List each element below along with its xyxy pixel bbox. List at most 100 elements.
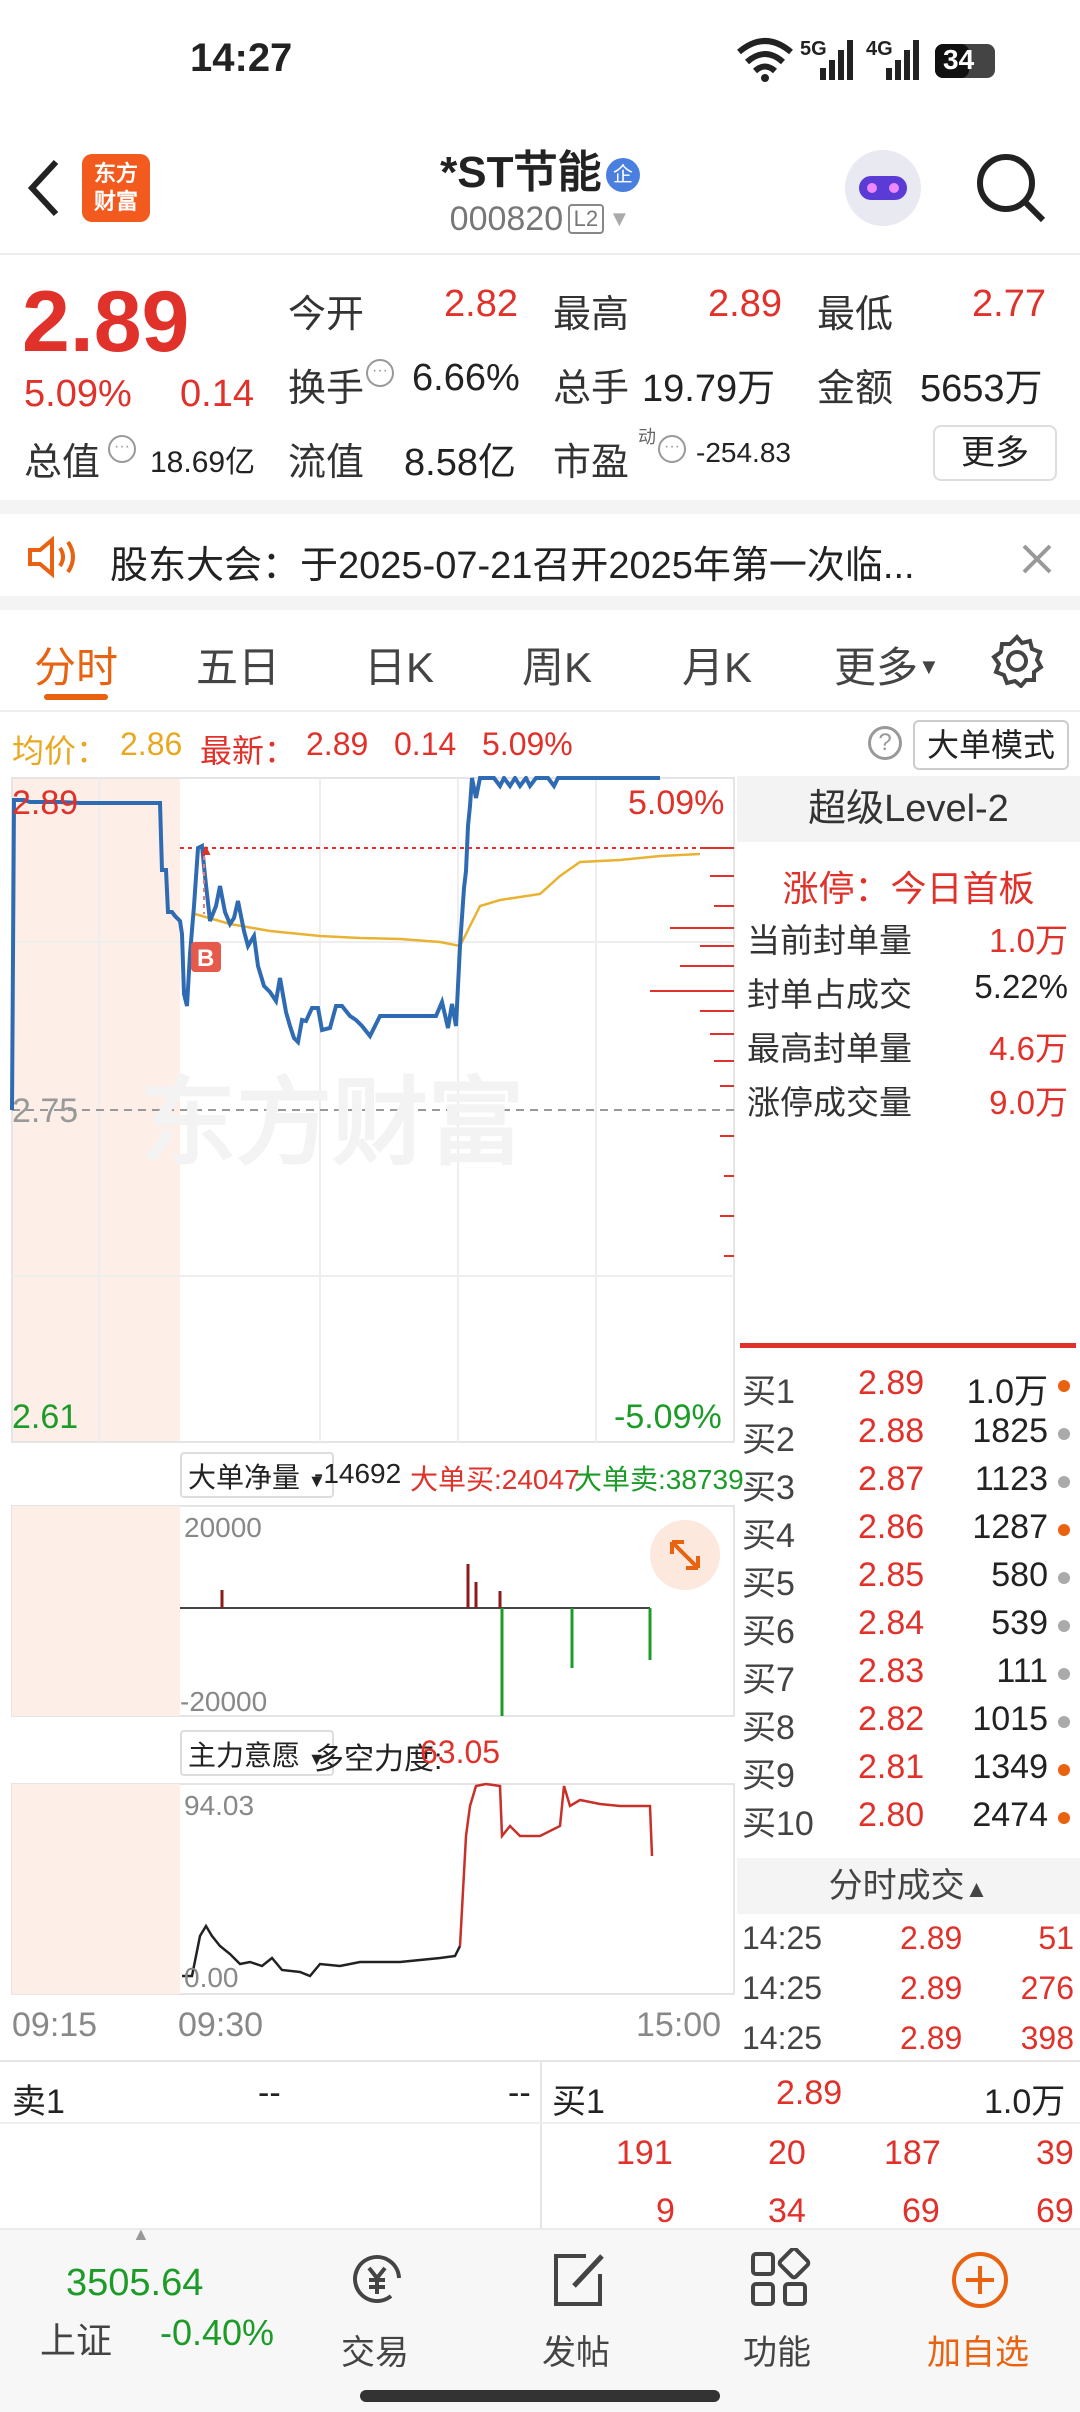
max-seal-value: 4.6万: [989, 1030, 1068, 1067]
tab-five-day[interactable]: 五日: [196, 634, 280, 695]
orderbook-price: 2.81: [858, 1748, 925, 1786]
big-order-bars: [220, 1564, 652, 1716]
orderbook-level: 买9: [742, 1757, 795, 1795]
big-order-ymax: 20000: [184, 1512, 262, 1543]
axis-top-percent: 5.09%: [628, 784, 725, 822]
level2-panel: 超级Level-2 涨停：今日首板 当前封单量 1.0万 封单占成交 5.22%…: [737, 776, 1080, 1336]
nav-trade[interactable]: 交易: [275, 2230, 475, 2372]
tab-monthly-k[interactable]: 月K: [682, 634, 752, 695]
orderbook-row[interactable]: 买5 2.85 580: [742, 1556, 1072, 1604]
status-dot: [1058, 1764, 1070, 1776]
trade-time: 14:25: [742, 1970, 823, 2006]
watermark-text: 东方财富: [140, 1070, 524, 1177]
search-icon[interactable]: [975, 152, 1047, 224]
orderbook-row[interactable]: 买1 2.89 1.0万: [742, 1364, 1072, 1412]
orderbook-row[interactable]: 买4 2.86 1287: [742, 1508, 1072, 1556]
queue-value: 69: [1036, 2192, 1074, 2230]
buy1-price: 2.89: [776, 2074, 843, 2112]
orderbook-row[interactable]: 买10 2.80 2474: [742, 1796, 1072, 1844]
high-label: 最高: [553, 294, 630, 336]
nav-functions-label: 功能: [743, 2334, 811, 2372]
nav-post[interactable]: 发帖: [476, 2230, 676, 2372]
intent-line-red: [458, 1782, 654, 1947]
info-icon[interactable]: ···: [658, 435, 686, 463]
battery-icon: 34: [935, 44, 995, 78]
notice-text: 股东大会：于2025-07-21召开2025年第一次临...: [110, 545, 915, 587]
orderbook-volume: 1287: [972, 1508, 1048, 1546]
trade-icon: [353, 2255, 401, 2304]
trades-header[interactable]: 分时成交▲: [737, 1858, 1080, 1914]
volume-value: 19.79万: [642, 368, 776, 410]
more-button[interactable]: 更多: [933, 425, 1057, 481]
level2-title[interactable]: 超级Level-2: [737, 776, 1080, 842]
trades-title: 分时成交: [828, 1867, 965, 1905]
axis-mid-price: 2.75: [12, 1092, 79, 1130]
trade-volume: 276: [1020, 1970, 1074, 2006]
tab-weekly-k[interactable]: 周K: [522, 634, 592, 695]
orderbook-divider: [740, 1343, 1076, 1348]
axis-bottom-percent: -5.09%: [614, 1398, 722, 1436]
orderbook-level: 买3: [742, 1469, 795, 1507]
plus-circle-icon: [952, 2252, 1008, 2308]
l2-badge: L2: [567, 204, 605, 234]
close-icon[interactable]: [1020, 542, 1054, 576]
queue-value: 20: [768, 2134, 806, 2172]
time-label-0915: 09:15: [12, 2006, 98, 2044]
info-icon[interactable]: ···: [366, 359, 394, 387]
big-order-sell: 大单卖:38739: [574, 1464, 744, 1495]
queue-value: 39: [1036, 2134, 1074, 2172]
orderbook-level: 买7: [742, 1661, 795, 1699]
expand-icon[interactable]: [650, 1520, 720, 1590]
intent-select[interactable]: 主力意愿 ▼: [180, 1730, 334, 1776]
index-ticker[interactable]: ▲ 3505.64 上证 -0.40%: [20, 2224, 274, 2380]
nav-functions[interactable]: 功能: [677, 2230, 877, 2372]
trade-row: 14:25 2.89 51: [742, 1920, 1080, 1968]
orderbook-row[interactable]: 买2 2.88 1825: [742, 1412, 1072, 1460]
big-order-mode-button[interactable]: 大单模式: [913, 720, 1069, 770]
stock-header: 东方 财富 *ST节能 企 000820 L2 ▼: [0, 120, 1080, 255]
robot-avatar-icon[interactable]: [845, 150, 921, 226]
queue-value: 187: [884, 2134, 941, 2172]
orderbook-row[interactable]: 买7 2.83 111: [742, 1652, 1072, 1700]
orderbook-volume: 539: [991, 1604, 1048, 1642]
queue-value: 34: [768, 2192, 806, 2230]
tab-intraday[interactable]: 分时: [34, 634, 118, 695]
seal-ratio-value: 5.22%: [974, 968, 1068, 1005]
orderbook: 买1 2.89 1.0万 买2 2.88 1825 买3 2.87 1123 买4 2.86 1287…: [742, 1364, 1080, 1844]
orderbook-row[interactable]: 买8 2.82 1015: [742, 1700, 1072, 1748]
orderbook-price: 2.86: [858, 1508, 925, 1546]
amount-value: 5653万: [920, 368, 1043, 410]
pe-value: -254.83: [696, 437, 791, 468]
index-value: 3505.64: [66, 2262, 204, 2304]
seal-ratio-label: 封单占成交: [747, 976, 912, 1013]
big-order-select[interactable]: 大单净量 ▼: [180, 1452, 334, 1498]
status-dot: [1058, 1668, 1070, 1680]
orderbook-level: 买8: [742, 1709, 795, 1747]
trade-time: 14:25: [742, 1920, 823, 1956]
trade-volume: 51: [1038, 1920, 1074, 1956]
orderbook-volume: 1825: [972, 1412, 1048, 1450]
orderbook-level: 买10: [742, 1805, 814, 1843]
limit-up-title: 涨停：今日首板: [782, 868, 1035, 909]
help-icon[interactable]: ?: [868, 726, 902, 760]
tab-more[interactable]: 更多▼: [834, 634, 940, 695]
caret-down-icon: ▼: [918, 654, 940, 679]
volume-ticks: [650, 847, 734, 1257]
orderbook-price: 2.87: [858, 1460, 925, 1498]
orderbook-price: 2.88: [858, 1412, 925, 1450]
orderbook-row[interactable]: 买9 2.81 1349: [742, 1748, 1072, 1796]
nav-post-label: 发帖: [542, 2334, 610, 2372]
orderbook-row[interactable]: 买6 2.84 539: [742, 1604, 1072, 1652]
gear-icon[interactable]: [990, 634, 1044, 688]
high-value: 2.89: [708, 283, 782, 325]
orderbook-row[interactable]: 买3 2.87 1123: [742, 1460, 1072, 1508]
float-cap-value: 8.58亿: [404, 442, 516, 484]
orderbook-volume: 1015: [972, 1700, 1048, 1738]
notice-bar[interactable]: 股东大会：于2025-07-21召开2025年第一次临...: [0, 500, 1080, 610]
nav-add-watchlist[interactable]: 加自选: [878, 2230, 1078, 2372]
wifi-icon: [737, 38, 793, 82]
stock-code-row[interactable]: 000820 L2 ▼: [0, 200, 1080, 239]
info-icon[interactable]: ···: [108, 435, 136, 463]
tab-daily-k[interactable]: 日K: [364, 634, 434, 695]
signal-icon: [820, 40, 853, 80]
